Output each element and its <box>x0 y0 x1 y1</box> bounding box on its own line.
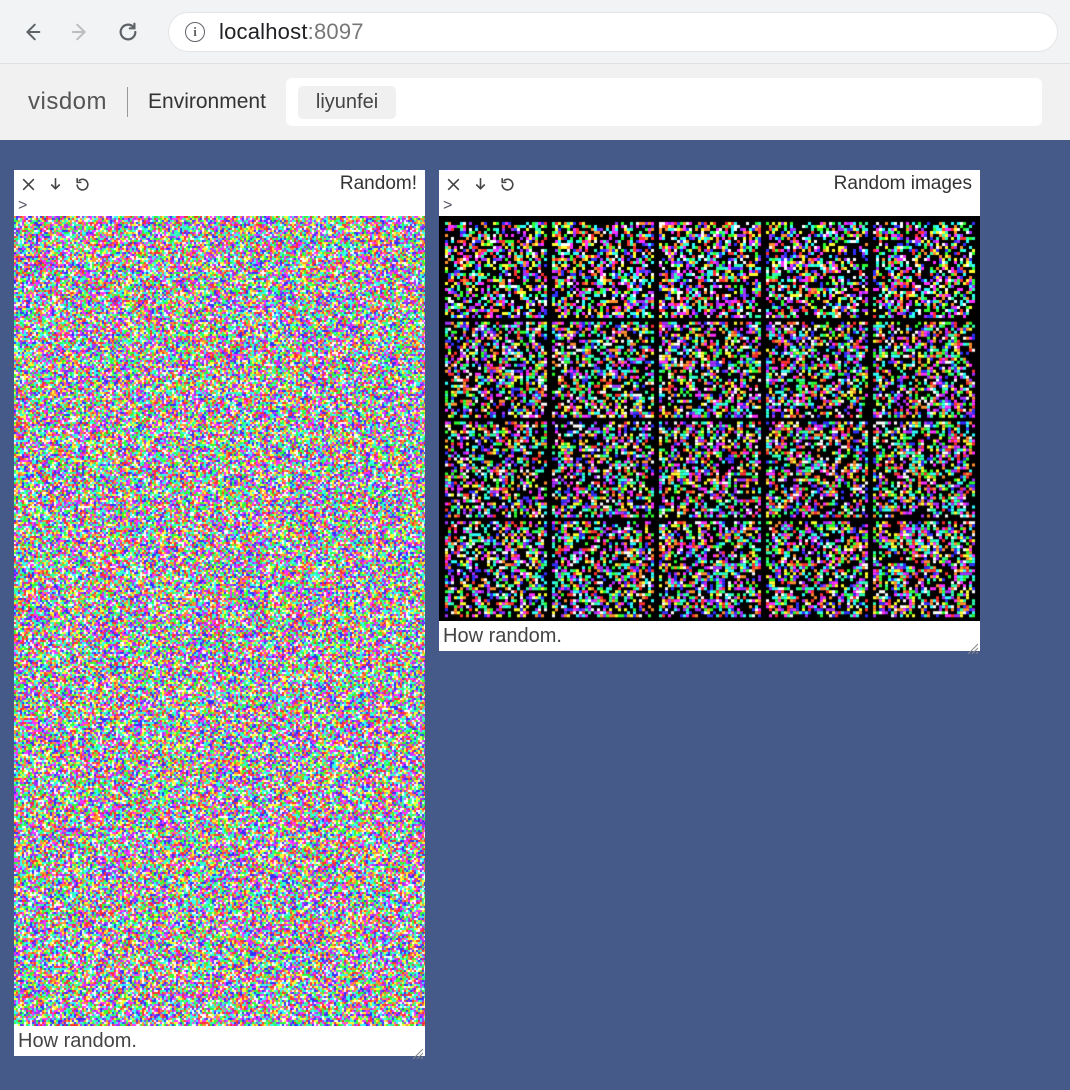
panel-title: Random images <box>834 173 974 195</box>
browser-toolbar: i localhost:8097 <box>0 0 1070 64</box>
resize-handle[interactable] <box>966 637 978 649</box>
resize-handle[interactable] <box>411 1042 423 1054</box>
panel-controls <box>20 176 91 193</box>
panel-prompt[interactable]: > <box>439 198 980 216</box>
back-button[interactable] <box>12 12 52 52</box>
panel-random-images[interactable]: Random images > How random. <box>439 170 980 651</box>
reload-button[interactable] <box>108 12 148 52</box>
environment-selector[interactable]: liyunfei <box>286 78 1042 126</box>
panel-image <box>14 216 425 1026</box>
environment-label: Environment <box>148 90 266 114</box>
url-port: :8097 <box>308 19 364 44</box>
panel-caption: How random. <box>439 621 980 651</box>
info-icon[interactable]: i <box>185 22 205 42</box>
divider <box>127 87 128 117</box>
download-icon[interactable] <box>472 176 489 193</box>
panel-caption: How random. <box>14 1026 425 1056</box>
close-icon[interactable] <box>445 176 462 193</box>
reset-icon[interactable] <box>499 176 516 193</box>
panel-random[interactable]: Random! > How random. <box>14 170 425 1056</box>
app-title: visdom <box>28 88 107 116</box>
forward-button[interactable] <box>60 12 100 52</box>
workspace: Random! > How random. Random <box>0 140 1070 1090</box>
panel-image-grid <box>439 216 980 621</box>
app-header: visdom Environment liyunfei <box>0 64 1070 140</box>
environment-tag[interactable]: liyunfei <box>298 86 396 119</box>
panel-prompt[interactable]: > <box>14 198 425 216</box>
url-text: localhost:8097 <box>219 19 364 45</box>
panel-title: Random! <box>340 173 419 195</box>
panel-header: Random images <box>439 170 980 198</box>
caption-text: How random. <box>443 625 562 648</box>
caption-text: How random. <box>18 1030 137 1053</box>
url-host: localhost <box>219 19 308 44</box>
panel-header: Random! <box>14 170 425 198</box>
download-icon[interactable] <box>47 176 64 193</box>
close-icon[interactable] <box>20 176 37 193</box>
address-bar[interactable]: i localhost:8097 <box>168 12 1058 52</box>
reset-icon[interactable] <box>74 176 91 193</box>
panel-controls <box>445 176 516 193</box>
